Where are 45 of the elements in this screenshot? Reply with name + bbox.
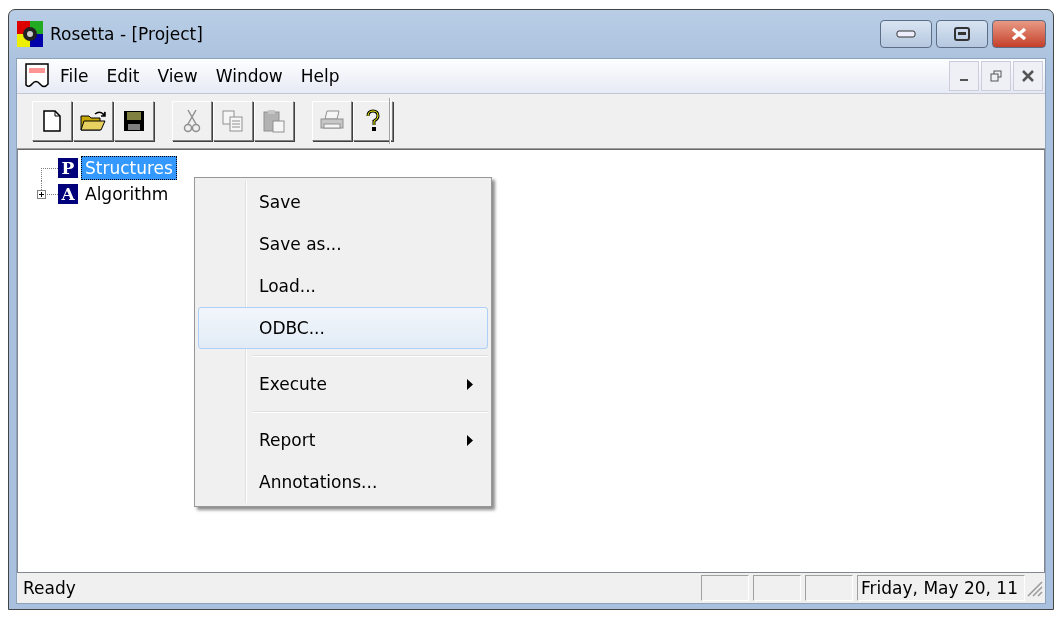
help-button[interactable] bbox=[353, 101, 393, 141]
menu-item[interactable]: ODBC... bbox=[198, 307, 488, 349]
open-folder-icon bbox=[80, 110, 106, 132]
node-icon: P bbox=[58, 158, 78, 178]
new-document-icon bbox=[43, 110, 61, 132]
menu-item[interactable]: Window bbox=[206, 62, 292, 90]
menu-item[interactable]: Help bbox=[291, 62, 349, 90]
menu-item[interactable]: Execute bbox=[198, 363, 488, 405]
copy-icon bbox=[222, 110, 244, 132]
status-message: Ready bbox=[23, 578, 77, 598]
menu-item[interactable]: Report bbox=[198, 419, 488, 461]
new-button[interactable] bbox=[32, 101, 72, 141]
menu-item[interactable]: Load... bbox=[198, 265, 488, 307]
expand-icon[interactable] bbox=[37, 190, 46, 199]
open-button[interactable] bbox=[73, 101, 113, 141]
close-icon bbox=[1010, 27, 1028, 41]
restore-icon bbox=[990, 70, 1002, 82]
minimize-icon bbox=[960, 79, 968, 81]
minimize-icon bbox=[896, 30, 916, 38]
close-button[interactable] bbox=[992, 20, 1046, 48]
help-icon bbox=[365, 109, 381, 133]
save-button[interactable] bbox=[114, 101, 154, 141]
status-panel bbox=[701, 575, 750, 601]
maximize-button[interactable] bbox=[936, 20, 988, 48]
maximize-icon bbox=[954, 27, 970, 41]
printer-icon bbox=[319, 110, 345, 132]
resize-grip-icon[interactable] bbox=[1025, 579, 1043, 597]
window-title: Rosetta - [Project] bbox=[50, 24, 204, 44]
menu-item[interactable]: Save as... bbox=[198, 223, 488, 265]
document-icon[interactable] bbox=[23, 62, 51, 90]
app-logo-icon bbox=[16, 20, 44, 48]
minimize-button[interactable] bbox=[880, 20, 932, 48]
menu-item[interactable]: Annotations... bbox=[198, 461, 488, 503]
close-icon bbox=[1022, 70, 1034, 82]
status-date: Friday, May 20, 11 bbox=[857, 575, 1025, 601]
status-panel bbox=[805, 575, 854, 601]
menu-item[interactable]: View bbox=[148, 62, 207, 90]
menu-item[interactable]: File bbox=[51, 62, 98, 90]
scissors-icon bbox=[183, 109, 201, 133]
menu-item[interactable]: Save bbox=[198, 181, 488, 223]
status-panel bbox=[753, 575, 802, 601]
clipboard-icon bbox=[263, 109, 285, 133]
node-icon: A bbox=[58, 184, 78, 204]
tree-item[interactable]: Algorithm bbox=[81, 182, 173, 206]
menu-item[interactable]: Edit bbox=[97, 62, 149, 90]
